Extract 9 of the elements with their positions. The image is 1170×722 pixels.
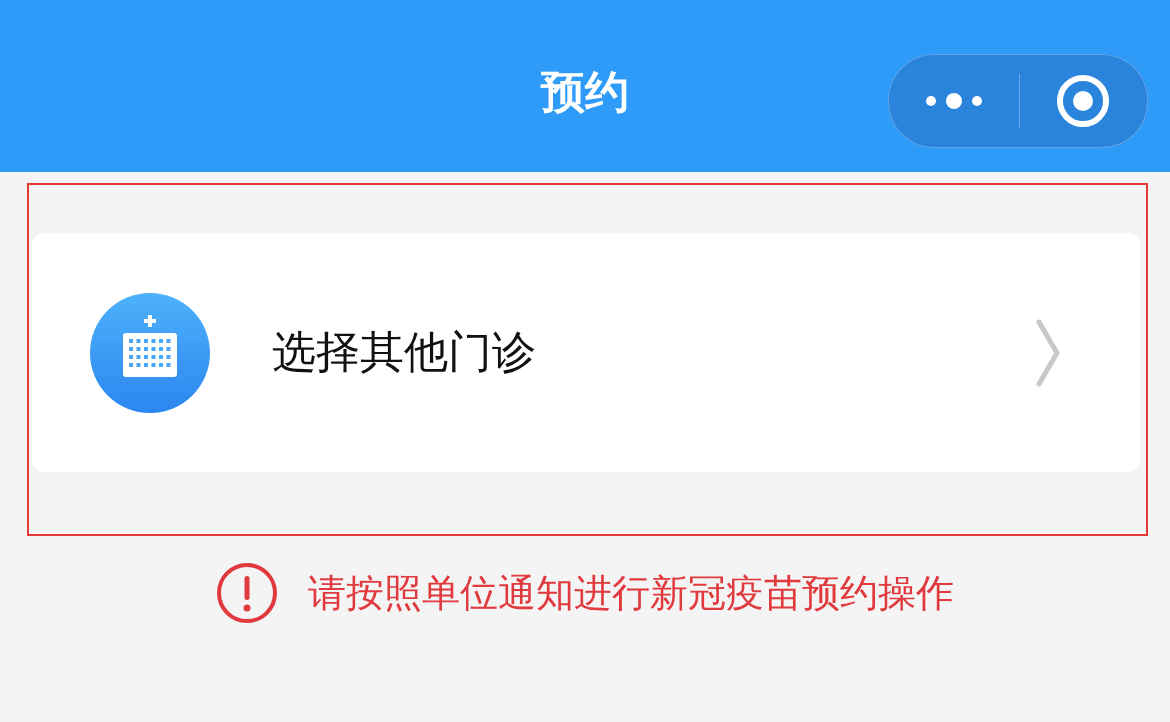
hospital-icon [90, 292, 210, 413]
clinic-option-label: 选择其他门诊 [272, 325, 537, 379]
target-icon [1056, 74, 1110, 128]
chevron-right-icon [1036, 318, 1060, 387]
more-icon [925, 92, 983, 110]
clinic-option[interactable]: 选择其他门诊 [32, 233, 1140, 472]
warning-icon [216, 562, 278, 624]
notice-text: 请按照单位通知进行新冠疫苗预约操作 [308, 569, 954, 617]
page-title: 预约 [541, 66, 629, 117]
